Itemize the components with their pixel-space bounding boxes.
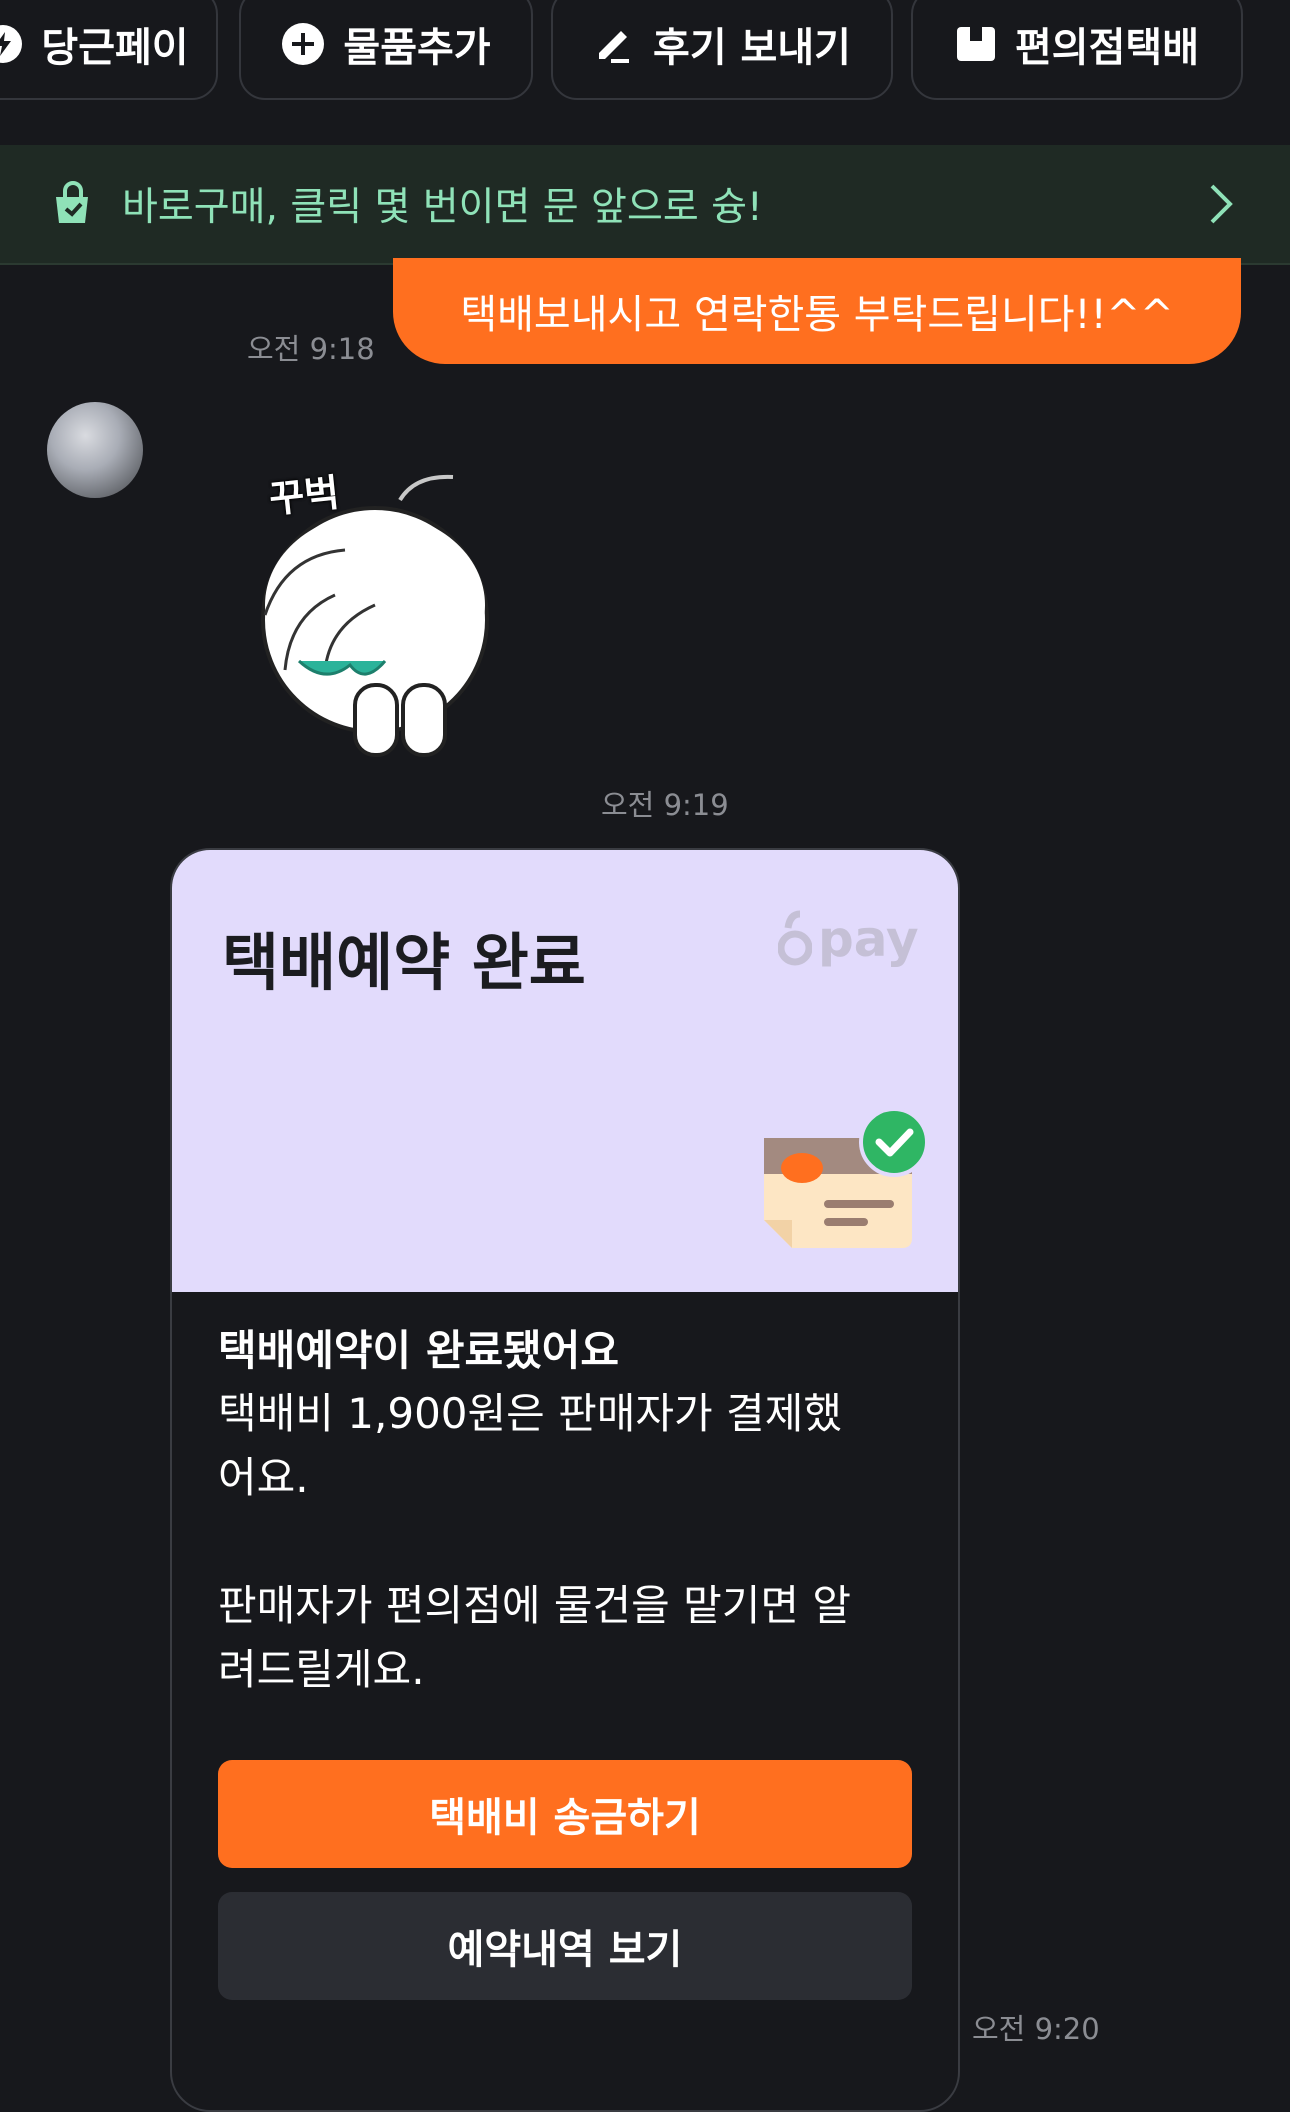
add-item-chip[interactable]: 물품추가 bbox=[239, 0, 533, 100]
text-line: 어요. bbox=[218, 1453, 309, 1502]
daangn-logo-icon bbox=[778, 910, 812, 966]
message-text: 택배보내시고 연락한통 부탁드립니다!!^^ bbox=[460, 292, 1174, 338]
card-header: 택배예약 완료 pay bbox=[172, 850, 958, 1292]
banner-text: 바로구매, 클릭 몇 번이면 문 앞으로 슝! bbox=[122, 185, 763, 230]
chip-label: 후기 보내기 bbox=[653, 25, 851, 71]
view-reservation-button[interactable]: 예약내역 보기 bbox=[218, 1892, 912, 2000]
message-time: 오전 9:19 bbox=[601, 788, 729, 822]
daangn-pay-chip[interactable]: 당근페이 bbox=[0, 0, 218, 100]
card-body-title: 택배예약이 완료됐어요 bbox=[218, 1326, 620, 1375]
pay-logo: pay bbox=[778, 910, 919, 968]
reservation-receipt-icon bbox=[764, 1108, 929, 1248]
shopping-bag-icon bbox=[56, 181, 88, 223]
send-delivery-fee-button[interactable]: 택배비 송금하기 bbox=[218, 1760, 912, 1868]
message-time: 오전 9:20 bbox=[972, 2012, 1100, 2046]
text-line: 려드릴게요. bbox=[218, 1645, 425, 1694]
chip-label: 당근페이 bbox=[41, 25, 189, 71]
outgoing-message-bubble[interactable]: 택배보내시고 연락한통 부탁드립니다!!^^ bbox=[393, 258, 1241, 364]
quick-purchase-banner[interactable]: 바로구매, 클릭 몇 번이면 문 앞으로 슝! bbox=[0, 145, 1290, 265]
chip-label: 편의점택배 bbox=[1015, 25, 1199, 71]
chevron-right-icon bbox=[1210, 184, 1233, 224]
chip-label: 물품추가 bbox=[343, 25, 491, 71]
box-icon bbox=[957, 27, 995, 61]
text-line: 택배비 1,900원은 판매자가 결제했 bbox=[218, 1389, 842, 1438]
pay-brand-text: pay bbox=[818, 910, 919, 968]
sticker: 꾸벅 bbox=[255, 455, 505, 765]
message-time: 오전 9:18 bbox=[247, 332, 375, 366]
card-body: 택배예약이 완료됐어요 택배비 1,900원은 판매자가 결제했 어요. 판매자… bbox=[218, 1320, 918, 1702]
text-line: 판매자가 편의점에 물건을 맡기면 알 bbox=[218, 1581, 852, 1630]
bowing-character-icon bbox=[261, 474, 489, 757]
daangn-pay-icon bbox=[0, 25, 23, 63]
card-body-text: 택배비 1,900원은 판매자가 결제했 어요. 판매자가 편의점에 물건을 맡… bbox=[218, 1382, 918, 1702]
plus-circle-icon bbox=[282, 23, 325, 65]
pencil-icon bbox=[599, 31, 630, 63]
delivery-reservation-card: 택배예약 완료 pay 택배예약이 완료됐어요 택배비 1,900원은 판매자가… bbox=[170, 848, 960, 2112]
convenience-store-delivery-chip[interactable]: 편의점택배 bbox=[911, 0, 1243, 100]
send-review-chip[interactable]: 후기 보내기 bbox=[551, 0, 893, 100]
avatar[interactable] bbox=[47, 402, 143, 498]
card-title: 택배예약 완료 bbox=[222, 926, 586, 999]
